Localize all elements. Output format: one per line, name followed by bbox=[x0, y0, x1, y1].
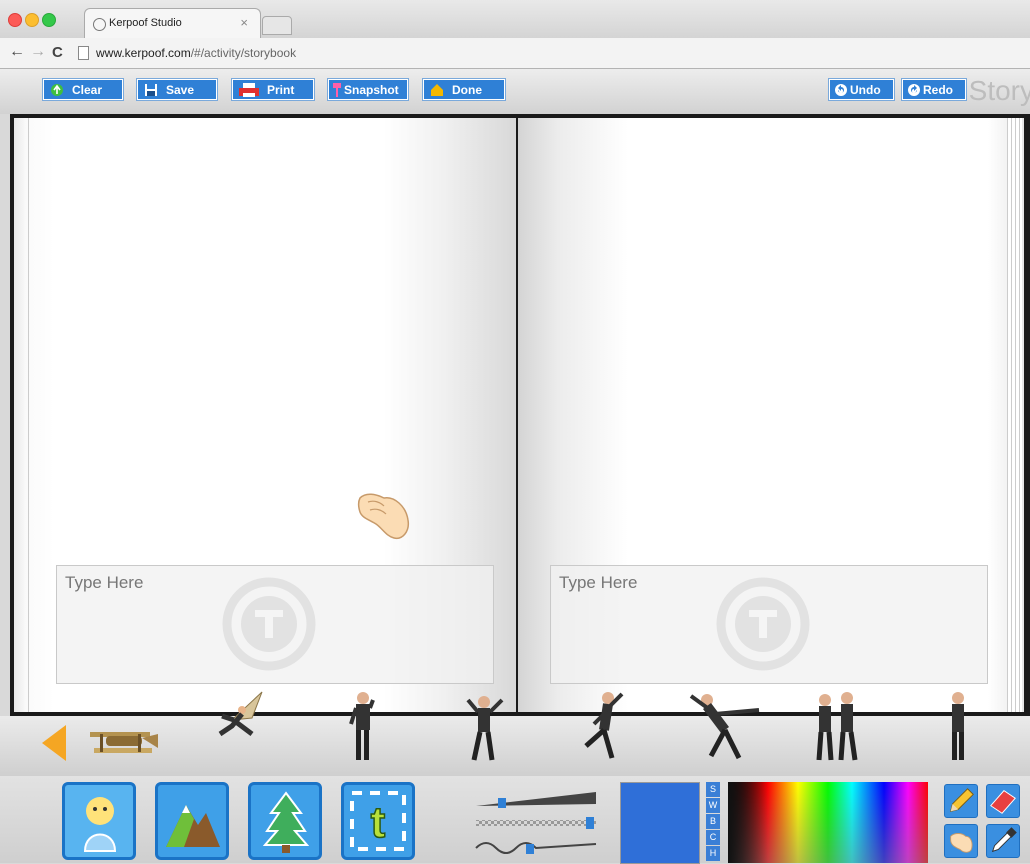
right-text-box[interactable]: Type Here bbox=[550, 565, 988, 684]
close-window-icon[interactable] bbox=[8, 13, 22, 27]
done-button[interactable]: Done bbox=[423, 79, 505, 100]
redo-label: Redo bbox=[923, 82, 953, 97]
undo-button[interactable]: Undo bbox=[829, 79, 894, 100]
storybook: Type Here Type Here bbox=[10, 114, 1030, 719]
man-phone-sprite-icon[interactable] bbox=[944, 690, 972, 762]
text-t-tool-icon: t bbox=[350, 791, 406, 851]
snapshot-label: Snapshot bbox=[344, 82, 399, 97]
glider-pilot-sprite-icon[interactable] bbox=[212, 690, 278, 742]
print-button[interactable]: Print bbox=[232, 79, 314, 100]
right-text-placeholder: Type Here bbox=[559, 573, 638, 592]
scenes-category-button[interactable] bbox=[155, 782, 229, 860]
right-page[interactable]: Type Here bbox=[518, 118, 1024, 712]
back-arrow-icon[interactable]: ← bbox=[9, 43, 25, 61]
pencil-tool-button[interactable] bbox=[944, 784, 978, 818]
objects-category-button[interactable] bbox=[248, 782, 322, 860]
man-standing-sprite-icon[interactable] bbox=[345, 690, 379, 762]
tab-close-icon[interactable]: × bbox=[240, 15, 248, 30]
clear-label: Clear bbox=[72, 82, 103, 97]
color-tab-h[interactable]: H bbox=[706, 846, 720, 861]
left-text-placeholder: Type Here bbox=[65, 573, 144, 592]
color-tab-c[interactable]: C bbox=[706, 830, 720, 845]
eraser-tool-button[interactable] bbox=[986, 784, 1020, 818]
hand-icon bbox=[950, 833, 973, 853]
brush-size-slider[interactable] bbox=[476, 792, 596, 808]
reload-icon[interactable]: C bbox=[52, 44, 63, 61]
print-label: Print bbox=[267, 82, 295, 97]
color-tab-w[interactable]: W bbox=[706, 798, 720, 813]
page-icon bbox=[78, 46, 89, 60]
tree-icon bbox=[263, 791, 309, 853]
clear-button[interactable]: Clear bbox=[43, 79, 123, 100]
recycle-icon bbox=[51, 83, 63, 96]
save-button[interactable]: Save bbox=[137, 79, 217, 100]
eyedropper-icon bbox=[991, 827, 1017, 853]
url-path: /#/activity/storybook bbox=[190, 46, 297, 60]
redo-icon bbox=[908, 83, 920, 96]
spectrum-dark-overlay bbox=[728, 782, 768, 863]
redo-button[interactable]: Redo bbox=[902, 79, 966, 100]
browser-tab-bar: Kerpoof Studio × bbox=[0, 0, 1030, 39]
right-page-edges bbox=[1007, 118, 1022, 712]
done-label: Done bbox=[452, 82, 482, 97]
eyedropper-tool-button[interactable] bbox=[986, 824, 1020, 858]
app-title: Story bbox=[968, 75, 1030, 106]
eraser-icon bbox=[990, 790, 1016, 814]
undo-icon bbox=[835, 83, 847, 96]
two-men-sprite-icon[interactable] bbox=[805, 690, 867, 762]
new-tab-button[interactable] bbox=[262, 16, 292, 35]
brush-softness-slider[interactable] bbox=[475, 842, 597, 854]
brush-settings-sliders[interactable] bbox=[470, 782, 602, 862]
man-lunging-sprite-icon[interactable] bbox=[685, 690, 763, 762]
biplane-sprite-icon[interactable] bbox=[86, 722, 160, 762]
url-field[interactable]: www.kerpoof.com/#/activity/storybook bbox=[96, 46, 296, 60]
text-category-button[interactable]: t bbox=[341, 782, 415, 860]
character-icon bbox=[83, 797, 117, 852]
zoom-window-icon[interactable] bbox=[42, 13, 56, 27]
left-text-box[interactable]: Type Here bbox=[56, 565, 494, 684]
grab-hand-cursor-icon bbox=[357, 493, 410, 540]
pencil-icon bbox=[950, 788, 974, 812]
brush-opacity-slider[interactable] bbox=[476, 817, 596, 829]
left-page-edges bbox=[14, 118, 29, 712]
characters-category-button[interactable] bbox=[62, 782, 136, 860]
left-page[interactable]: Type Here bbox=[14, 118, 516, 712]
text-t-icon bbox=[716, 577, 810, 671]
snapshot-button[interactable]: Snapshot bbox=[328, 79, 408, 100]
address-bar: ← → C www.kerpoof.com/#/activity/storybo… bbox=[0, 38, 1030, 69]
tab-title: Kerpoof Studio bbox=[109, 17, 182, 29]
color-mode-tabs: S W B C H bbox=[706, 782, 720, 863]
app-toolbar: Clear Save Print Snapshot Done Undo Redo… bbox=[0, 69, 1030, 114]
home-icon bbox=[431, 83, 443, 96]
forward-arrow-icon[interactable]: → bbox=[30, 43, 46, 61]
tab-favicon-icon bbox=[93, 18, 106, 31]
url-domain: www.kerpoof.com bbox=[96, 46, 191, 60]
pushpin-icon bbox=[333, 82, 341, 97]
color-tab-b[interactable]: B bbox=[706, 814, 720, 829]
printer-icon bbox=[239, 82, 259, 97]
save-label: Save bbox=[166, 82, 195, 97]
text-t-icon bbox=[222, 577, 316, 671]
man-kicking-sprite-icon[interactable] bbox=[578, 690, 630, 762]
browser-tab[interactable]: Kerpoof Studio × bbox=[84, 8, 261, 39]
minimize-window-icon[interactable] bbox=[25, 13, 39, 27]
undo-label: Undo bbox=[850, 82, 881, 97]
hand-tool-button[interactable] bbox=[944, 824, 978, 858]
svg-text:t: t bbox=[371, 798, 386, 847]
mountain-icon bbox=[166, 805, 220, 847]
selected-color-swatch[interactable] bbox=[620, 782, 700, 864]
color-tab-s[interactable]: S bbox=[706, 782, 720, 797]
floppy-disk-icon bbox=[145, 83, 157, 96]
man-waving-sprite-icon[interactable] bbox=[462, 690, 506, 762]
scroll-left-arrow-icon[interactable] bbox=[42, 725, 66, 761]
